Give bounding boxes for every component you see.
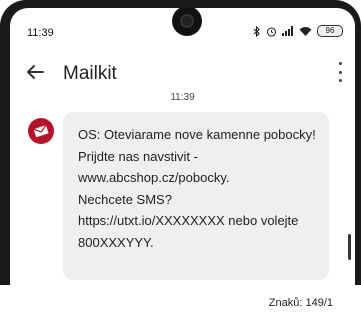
- signal-icon: [282, 26, 293, 36]
- status-bar: 11:39 96: [10, 8, 355, 48]
- battery-icon: 96: [317, 25, 343, 37]
- message-timestamp: 11:39: [170, 92, 195, 103]
- app-bar: Mailkit: [10, 52, 355, 92]
- message-line: Prijdte nas navstivit -: [78, 148, 198, 164]
- message-line[interactable]: 800XXXYYY.: [78, 232, 319, 254]
- alarm-icon: [266, 26, 277, 37]
- overflow-menu-icon[interactable]: [337, 62, 343, 82]
- envelope-icon: [33, 124, 49, 138]
- message-line[interactable]: https://utxt.io/XXXXXXXX nebo volejte: [78, 210, 319, 232]
- message-line: OS: Oteviarame nove kamenne pobocky!: [78, 127, 316, 142]
- system-icons: 96: [253, 24, 343, 38]
- message-bubble[interactable]: OS: Oteviarame nove kamenne pobocky! Pri…: [63, 112, 329, 280]
- front-camera: [172, 8, 202, 36]
- phone-frame: 11:39 96 Mailkit 11:39 OS: Oteviarame no…: [0, 0, 361, 285]
- message-line[interactable]: www.abcshop.cz/pobocky.: [78, 167, 319, 189]
- wifi-icon: [299, 27, 312, 36]
- bluetooth-icon: [253, 25, 260, 37]
- status-time: 11:39: [27, 27, 54, 39]
- conversation-title: Mailkit: [63, 63, 117, 84]
- sender-avatar[interactable]: [28, 118, 54, 144]
- side-button: [348, 234, 351, 260]
- message-line: Nechcete SMS?: [78, 191, 172, 207]
- character-count: Znaků: 149/1: [268, 297, 333, 309]
- back-arrow-icon[interactable]: [24, 61, 46, 83]
- phone-screen: 11:39 96 Mailkit 11:39 OS: Oteviarame no…: [10, 8, 355, 285]
- message-text: OS: Oteviarame nove kamenne pobocky! Pri…: [78, 124, 319, 253]
